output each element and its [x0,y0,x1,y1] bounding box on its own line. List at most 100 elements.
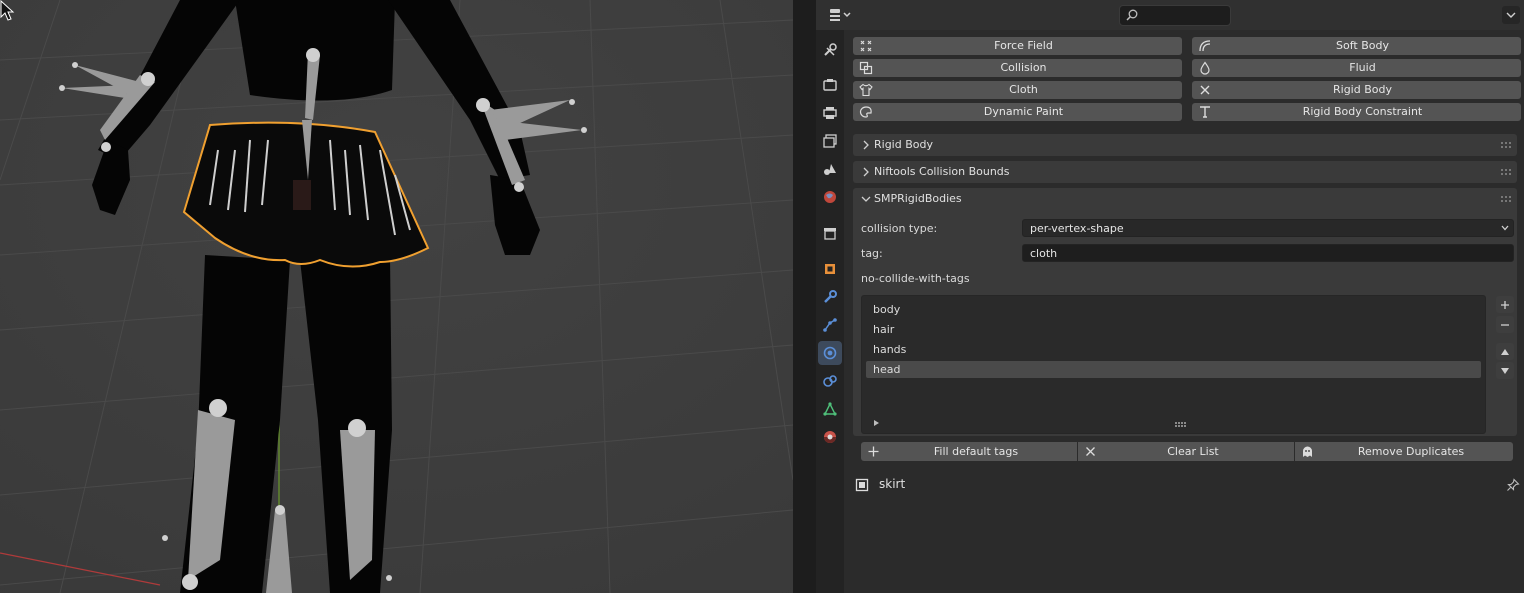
clear-list-button[interactable]: Clear List [1078,442,1294,461]
chevron-down-icon [1501,225,1509,231]
rigid-body-button[interactable]: Rigid Body [1192,81,1521,99]
tab-tool[interactable] [818,38,842,62]
tag-label: tag: [861,247,883,260]
tag-value: cloth [1030,247,1058,260]
soft-body-button[interactable]: Soft Body [1192,37,1521,55]
smp-panel-title: SMPRigidBodies [874,192,962,205]
fill-default-tags-button[interactable]: Fill default tags [861,442,1077,461]
printer-icon [823,107,837,119]
tab-output[interactable] [818,101,842,125]
collision-type-dropdown[interactable]: per-vertex-shape [1022,219,1514,237]
chevron-right-icon [863,140,869,150]
no-collide-tags-list[interactable]: body hair hands head [861,295,1486,434]
smp-panel-header[interactable]: SMPRigidBodies [853,188,1517,210]
fill-default-tags-label: Fill default tags [933,445,1019,458]
tab-particles[interactable] [818,313,842,337]
image-stack-icon [823,134,837,148]
tab-view-layer[interactable] [818,129,842,153]
viewport-scene [0,0,793,593]
tab-data[interactable] [818,397,842,421]
clear-list-label: Clear List [1167,445,1219,458]
tab-physics[interactable] [818,341,842,365]
fluid-label: Fluid [1349,61,1376,74]
orbit-icon [823,346,837,360]
tab-collection[interactable] [818,221,842,245]
triangle-right-icon[interactable] [872,419,880,427]
list-item[interactable]: body [866,301,1481,318]
constraint-link-icon [1200,106,1210,118]
search-field[interactable] [1119,5,1231,26]
cloth-button[interactable]: Cloth [853,81,1182,99]
options-dropdown[interactable] [1502,6,1520,24]
chevron-right-icon [863,167,869,177]
context-object-row: skirt [844,473,1524,497]
tab-scene[interactable] [818,157,842,181]
chevron-down-icon [861,196,871,202]
collision-type-label: collision type: [861,222,938,235]
remove-tag-button[interactable] [1496,316,1514,333]
tab-world[interactable] [818,185,842,209]
tab-render[interactable] [818,73,842,97]
tab-modifiers[interactable] [818,285,842,309]
wrench-icon [824,290,837,303]
search-icon [1126,9,1138,21]
physics-properties: Force Field Soft Body Collision Fluid Cl… [844,30,1524,593]
scene-icon [824,164,836,175]
list-item-selected[interactable]: head [866,361,1481,378]
constraint-icon [823,375,837,387]
move-down-button[interactable] [1496,362,1514,379]
list-item[interactable]: hair [866,321,1481,338]
force-field-button[interactable]: Force Field [853,37,1182,55]
collision-type-value: per-vertex-shape [1030,222,1124,235]
no-collide-label: no-collide-with-tags [861,272,970,285]
properties-editor: Force Field Soft Body Collision Fluid Cl… [816,0,1524,593]
box-icon [824,228,836,240]
context-object-name: skirt [879,477,906,491]
fluid-button[interactable]: Fluid [1192,59,1521,77]
wrench-screwdriver-icon [824,43,837,56]
collision-label: Collision [1000,61,1047,74]
collision-icon [859,61,873,75]
remove-duplicates-button[interactable]: Remove Duplicates [1295,442,1513,461]
rigid-body-panel-header[interactable]: Rigid Body [853,134,1517,156]
collision-button[interactable]: Collision [853,59,1182,77]
dynamic-paint-button[interactable]: Dynamic Paint [853,103,1182,121]
close-icon [1200,85,1210,95]
resize-grip-icon[interactable] [1175,422,1187,428]
minus-icon [1501,323,1509,326]
plus-icon [1501,300,1509,309]
properties-tabs [816,30,844,593]
tag-input[interactable]: cloth [1022,244,1514,262]
rigid-body-constraint-button[interactable]: Rigid Body Constraint [1192,103,1521,121]
remove-duplicates-label: Remove Duplicates [1357,445,1465,458]
drag-grip-icon[interactable] [1501,196,1513,202]
dynamic-paint-label: Dynamic Paint [983,105,1064,118]
rigid-body-constraint-label: Rigid Body Constraint [1302,105,1423,118]
pin-icon[interactable] [1506,478,1520,492]
list-item[interactable]: hands [866,341,1481,358]
drag-grip-icon[interactable] [1501,169,1513,175]
soft-body-icon [1199,40,1211,52]
triangle-up-icon [1501,348,1509,355]
niftools-panel-header[interactable]: Niftools Collision Bounds [853,161,1517,183]
move-up-button[interactable] [1496,343,1514,360]
area-splitter[interactable] [793,0,816,593]
search-input[interactable] [1142,7,1230,24]
drag-grip-icon[interactable] [1501,142,1513,148]
force-field-label: Force Field [994,39,1053,52]
rigid-body-panel-title: Rigid Body [874,138,933,151]
mouse-cursor-icon [0,0,15,21]
chevron-down-icon [1506,12,1516,18]
particles-icon [823,318,837,332]
tab-constraints[interactable] [818,369,842,393]
editor-type-selector[interactable] [826,5,856,25]
smp-panel-body: collision type: per-vertex-shape tag: cl… [853,210,1517,461]
tab-material[interactable] [818,425,842,449]
object-square-icon [855,478,869,492]
tab-object[interactable] [818,257,842,281]
triangle-down-icon [1501,367,1509,374]
soft-body-label: Soft Body [1336,39,1389,52]
add-tag-button[interactable] [1496,296,1514,313]
list-operations: Fill default tags Clear List Remove Dupl… [861,442,1513,461]
3d-viewport[interactable] [0,0,793,593]
